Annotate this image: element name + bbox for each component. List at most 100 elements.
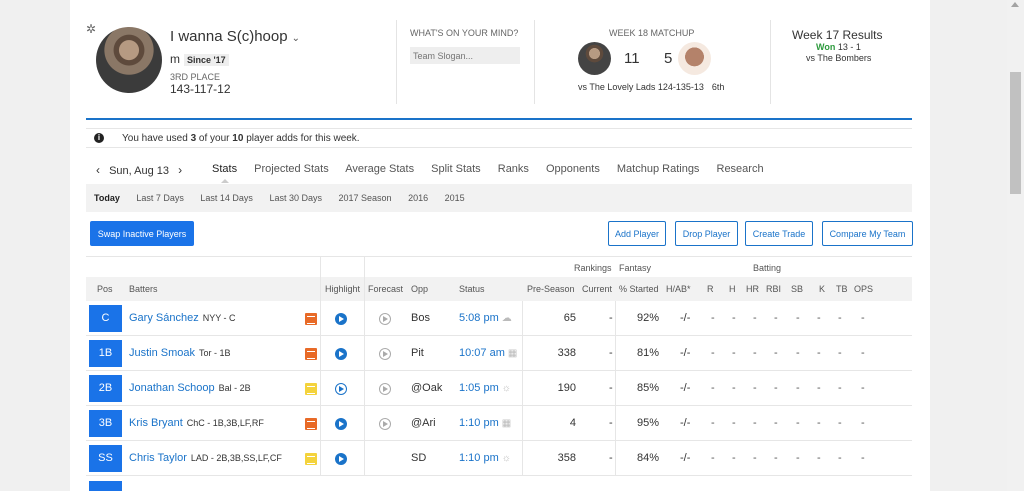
chevron-down-icon[interactable]: ⌄ — [292, 33, 300, 44]
tab-projected-stats[interactable]: Projected Stats — [254, 163, 329, 175]
fantasy-group-header: Fantasy — [619, 263, 652, 273]
position-badge[interactable]: C — [89, 305, 122, 332]
col-status[interactable]: Status — [459, 284, 485, 294]
highlight-play-icon[interactable] — [335, 453, 347, 465]
subtab-last-14-days[interactable]: Last 14 Days — [200, 193, 253, 203]
add-player-button[interactable]: Add Player — [608, 221, 666, 246]
player-name[interactable]: Jonathan Schoop — [129, 382, 215, 394]
game-time[interactable]: 1:05 pm — [459, 382, 499, 394]
settings-gear-icon[interactable]: ✲ — [86, 22, 96, 36]
tab-split-stats[interactable]: Split Stats — [431, 163, 481, 175]
col-rbi[interactable]: RBI — [766, 284, 781, 294]
game-status-cell: 5:08 pm ☁ — [459, 312, 512, 324]
table-row: C Gary Sánchez NYY - C Bos 5:08 pm ☁ 65 - 92% -/-… — [86, 301, 912, 336]
opponent-avatar[interactable] — [678, 42, 711, 75]
batting-group-header: Batting — [753, 263, 782, 273]
hab-cell: -/- — [680, 312, 691, 324]
current-rank-cell: - — [609, 382, 613, 394]
game-time[interactable]: 5:08 pm — [459, 312, 499, 324]
col-pre-season[interactable]: Pre-Season — [527, 284, 575, 294]
position-badge[interactable]: 3B — [89, 410, 122, 437]
col-r[interactable]: R — [707, 284, 714, 294]
col-sb[interactable]: SB — [791, 284, 803, 294]
position-badge[interactable]: 1B — [89, 340, 122, 367]
team-slogan-input[interactable] — [410, 47, 520, 64]
stat-cell: - — [838, 347, 842, 359]
col-started[interactable]: % Started — [619, 284, 659, 294]
player-notes-icon[interactable] — [305, 418, 317, 430]
player-notes-icon[interactable] — [305, 313, 317, 325]
highlight-play-icon[interactable] — [335, 383, 347, 395]
player-notes-icon[interactable] — [305, 348, 317, 360]
subtab-2015[interactable]: 2015 — [445, 193, 465, 203]
compare-my-team-button[interactable]: Compare My Team — [822, 221, 913, 246]
tab-stats[interactable]: Stats — [212, 163, 237, 175]
player-name[interactable]: Justin Smoak — [129, 347, 195, 359]
highlight-play-icon[interactable] — [335, 313, 347, 325]
game-time[interactable]: 10:07 am — [459, 347, 505, 359]
col-batters[interactable]: Batters — [129, 284, 158, 294]
col-pos[interactable]: Pos — [97, 284, 113, 294]
table-group-headers: Rankings Fantasy Batting — [86, 256, 912, 278]
forecast-play-icon[interactable] — [379, 383, 391, 395]
weather-icon: ☼ — [501, 453, 511, 464]
highlight-play-icon[interactable] — [335, 348, 347, 360]
game-time[interactable]: 1:10 pm — [459, 452, 499, 464]
subtab-last-30-days[interactable]: Last 30 Days — [269, 193, 322, 203]
create-trade-button[interactable]: Create Trade — [745, 221, 813, 246]
stat-cell: - — [774, 417, 778, 429]
col-hab[interactable]: H/AB* — [666, 284, 691, 294]
weather-icon: ☁ — [501, 313, 512, 324]
my-team-avatar[interactable] — [578, 42, 611, 75]
forecast-play-icon[interactable] — [379, 348, 391, 360]
game-time[interactable]: 1:10 pm — [459, 417, 499, 429]
col-tb[interactable]: TB — [836, 284, 848, 294]
player-notes-icon[interactable] — [305, 453, 317, 465]
col-k[interactable]: K — [819, 284, 825, 294]
prev-date-icon[interactable]: ‹ — [96, 163, 100, 177]
drop-player-button[interactable]: Drop Player — [675, 221, 738, 246]
scrollbar-thumb[interactable] — [1010, 72, 1021, 194]
team-avatar[interactable] — [96, 27, 162, 93]
col-current[interactable]: Current — [582, 284, 612, 294]
col-ops[interactable]: OPS — [854, 284, 873, 294]
highlight-play-icon[interactable] — [335, 418, 347, 430]
subtab-last-7-days[interactable]: Last 7 Days — [136, 193, 184, 203]
stat-cell: - — [817, 452, 821, 464]
subtab-today[interactable]: Today — [94, 193, 120, 203]
player-name[interactable]: Kris Bryant — [129, 417, 183, 429]
subtab-2017-season[interactable]: 2017 Season — [339, 193, 392, 203]
tab-research[interactable]: Research — [717, 163, 764, 175]
opponent-name[interactable]: vs The Lovely Lads 124-135-13 — [578, 82, 704, 92]
forecast-play-icon[interactable] — [379, 418, 391, 430]
tab-matchup-ratings[interactable]: Matchup Ratings — [617, 163, 700, 175]
player-name[interactable]: Chris Taylor — [129, 452, 187, 464]
position-badge[interactable] — [89, 481, 122, 491]
team-name[interactable]: I wanna S(c)hoop ⌄ — [170, 28, 300, 45]
column-divider — [522, 336, 523, 371]
forecast-play-icon[interactable] — [379, 313, 391, 325]
tab-average-stats[interactable]: Average Stats — [345, 163, 414, 175]
player-notes-icon[interactable] — [305, 383, 317, 395]
position-badge[interactable]: SS — [89, 445, 122, 472]
position-badge[interactable]: 2B — [89, 375, 122, 402]
stat-cell: - — [838, 452, 842, 464]
header-divider — [534, 20, 535, 104]
scroll-up-icon[interactable] — [1011, 2, 1019, 7]
tab-opponents[interactable]: Opponents — [546, 163, 600, 175]
tab-ranks[interactable]: Ranks — [498, 163, 529, 175]
col-opp[interactable]: Opp — [411, 284, 428, 294]
swap-inactive-players-button[interactable]: Swap Inactive Players — [90, 221, 194, 246]
page-scrollbar[interactable] — [1007, 0, 1024, 491]
col-hr[interactable]: HR — [746, 284, 759, 294]
current-date[interactable]: Sun, Aug 13 — [109, 165, 169, 177]
column-divider — [522, 301, 523, 336]
subtab-2016[interactable]: 2016 — [408, 193, 428, 203]
results-opponent[interactable]: vs The Bombers — [806, 53, 871, 63]
col-h[interactable]: H — [729, 284, 736, 294]
opponent-line[interactable]: vs The Lovely Lads 124-135-13 6th — [578, 82, 724, 92]
current-rank-cell: - — [609, 417, 613, 429]
player-name[interactable]: Gary Sánchez — [129, 312, 199, 324]
next-date-icon[interactable]: › — [178, 163, 182, 177]
column-divider — [615, 406, 616, 441]
